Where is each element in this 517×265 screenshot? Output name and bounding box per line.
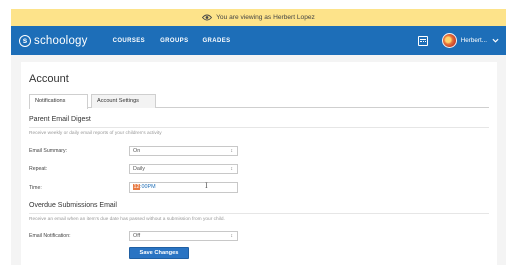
section-title-overdue: Overdue Submissions Email xyxy=(29,202,117,209)
text-cursor-icon: I xyxy=(205,182,208,190)
repeat-value: Daily xyxy=(133,166,145,172)
nav-courses[interactable]: COURSES xyxy=(113,38,145,44)
select-arrows-icon: ↕ xyxy=(230,148,234,154)
banner-text: You are viewing as Herbert Lopez xyxy=(216,14,315,21)
user-name[interactable]: Herbert... xyxy=(461,37,487,44)
tab-notifications[interactable]: Notifications xyxy=(29,94,88,109)
divider xyxy=(29,213,489,214)
section-description-digest: Receive weekly or daily email reports of… xyxy=(29,131,162,136)
divider xyxy=(29,127,489,128)
repeat-label: Repeat: xyxy=(29,166,48,172)
repeat-select[interactable]: Daily ↕ xyxy=(129,164,238,174)
email-notification-select[interactable]: Off ↕ xyxy=(129,231,238,241)
email-summary-label: Email Summary: xyxy=(29,148,68,154)
chevron-down-icon[interactable] xyxy=(492,37,499,44)
logo-icon: s xyxy=(19,34,31,47)
email-summary-value: On xyxy=(133,148,141,154)
schoology-logo[interactable]: s schoology xyxy=(19,34,88,47)
logo-text: schoology xyxy=(34,34,88,47)
select-arrows-icon: ↕ xyxy=(230,166,234,172)
account-panel: Account Notifications Account Settings P… xyxy=(21,62,497,265)
top-navigation: s schoology COURSES GROUPS GRADES Herber… xyxy=(11,26,506,55)
section-title-digest: Parent Email Digest xyxy=(29,116,91,123)
app-window: You are viewing as Herbert Lopez s schoo… xyxy=(11,9,506,265)
time-selected-text: 12 xyxy=(133,184,140,190)
calendar-icon[interactable] xyxy=(417,35,428,46)
time-label: Time: xyxy=(29,185,42,191)
nav-groups[interactable]: GROUPS xyxy=(160,38,188,44)
nav-grades[interactable]: GRADES xyxy=(202,38,230,44)
email-summary-select[interactable]: On ↕ xyxy=(129,146,238,156)
viewing-as-banner: You are viewing as Herbert Lopez xyxy=(11,9,506,26)
save-changes-button[interactable]: Save Changes xyxy=(129,247,189,259)
time-input[interactable]: 12:00PM I xyxy=(129,182,238,193)
email-notification-value: Off xyxy=(133,233,141,239)
time-rest-text: :00PM xyxy=(140,184,156,190)
tab-account-settings[interactable]: Account Settings xyxy=(91,94,156,108)
nav-right-area: Herbert... xyxy=(417,33,499,48)
select-arrows-icon: ↕ xyxy=(230,233,234,239)
avatar[interactable] xyxy=(441,33,457,48)
section-description-overdue: Receive an email when an item's due date… xyxy=(29,217,225,222)
tab-bar: Notifications Account Settings xyxy=(29,94,489,109)
eye-icon xyxy=(202,14,213,21)
page-title: Account xyxy=(29,73,69,85)
email-notification-label: Email Notification: xyxy=(29,233,71,239)
